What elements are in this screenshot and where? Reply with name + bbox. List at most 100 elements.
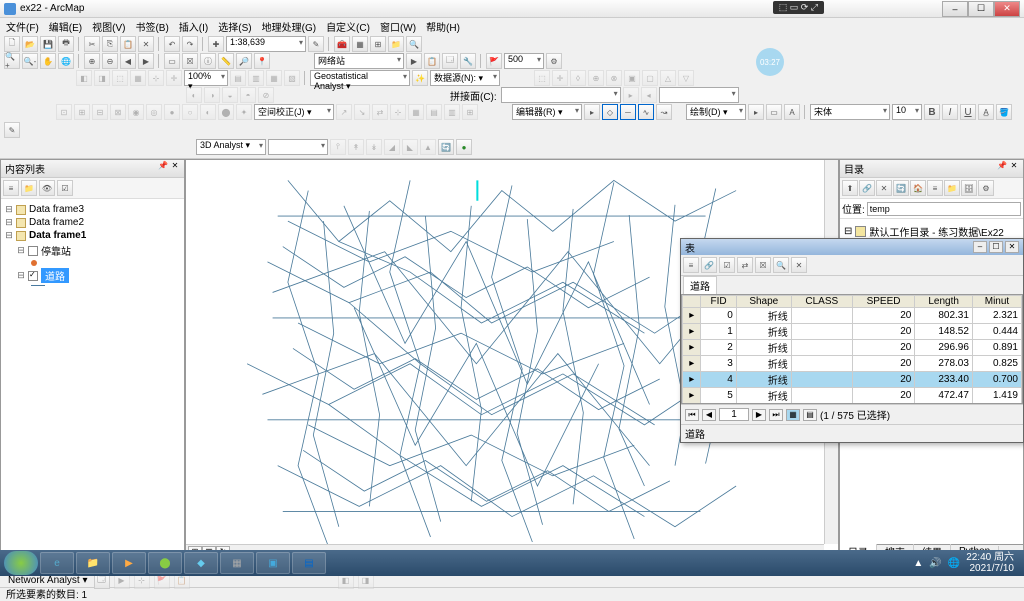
save-button[interactable]: 💾 bbox=[40, 36, 56, 52]
toc-close[interactable]: ✕ bbox=[170, 161, 180, 171]
location-input[interactable] bbox=[867, 202, 1021, 216]
na-directions-button[interactable]: 📋 bbox=[424, 53, 440, 69]
cat-toggle[interactable]: ≡ bbox=[927, 180, 943, 196]
topo-btn-1[interactable]: ⬚ bbox=[534, 70, 550, 86]
snap-2[interactable]: ⊞ bbox=[74, 104, 90, 120]
identify-button[interactable]: ⓘ bbox=[200, 53, 216, 69]
fixed-zoom-in[interactable]: ⊕ bbox=[84, 53, 100, 69]
attr-close[interactable]: ✕ bbox=[1005, 241, 1019, 253]
attr-delete[interactable]: ✕ bbox=[791, 257, 807, 273]
na-label[interactable]: Network Analyst ▾ bbox=[6, 575, 90, 586]
font-size-combo[interactable]: 10 bbox=[892, 104, 922, 120]
snap-3[interactable]: ⊟ bbox=[92, 104, 108, 120]
copy-button[interactable]: ⎘ bbox=[102, 36, 118, 52]
zhizhi-combo[interactable]: 绘制(D) ▾ bbox=[686, 104, 746, 120]
table-row[interactable]: ▸2折线20296.960.891 bbox=[683, 340, 1022, 356]
attr-min[interactable]: – bbox=[973, 241, 987, 253]
layer-checkbox[interactable] bbox=[28, 271, 38, 281]
3d-btn-2[interactable]: ↟ bbox=[348, 139, 364, 155]
table-row[interactable]: ▸0折线20802.312.321 bbox=[683, 308, 1022, 324]
nav-next[interactable]: ▶ bbox=[752, 409, 766, 421]
cat-connect[interactable]: 🔗 bbox=[859, 180, 875, 196]
menu-view[interactable]: 视图(V) bbox=[92, 19, 125, 34]
full-extent-button[interactable]: 🌐 bbox=[58, 53, 74, 69]
topo-btn-4[interactable]: ⊕ bbox=[588, 70, 604, 86]
toc-tree[interactable]: ⊟Data frame3 ⊟Data frame2 ⊟Data frame1 ⊟… bbox=[1, 199, 184, 558]
cat-options[interactable]: ⚙ bbox=[978, 180, 994, 196]
edit-arrow[interactable]: ▸ bbox=[584, 104, 600, 120]
snap-11[interactable]: ✦ bbox=[236, 104, 252, 120]
attr-zoom[interactable]: 🔍 bbox=[773, 257, 789, 273]
print-button[interactable]: 🖶 bbox=[58, 36, 74, 52]
menu-file[interactable]: 文件(F) bbox=[6, 19, 39, 34]
tb-app4[interactable]: ▣ bbox=[256, 552, 290, 574]
toc-df3[interactable]: ⊟Data frame3 bbox=[5, 203, 180, 216]
toc-list-drawing[interactable]: ≡ bbox=[3, 180, 19, 196]
attr-options[interactable]: ≡ bbox=[683, 257, 699, 273]
pan-button[interactable]: ✋ bbox=[40, 53, 56, 69]
open-button[interactable]: 📂 bbox=[22, 36, 38, 52]
tb-ie[interactable]: e bbox=[40, 552, 74, 574]
toc-df1[interactable]: ⊟Data frame1 bbox=[5, 229, 180, 242]
edit-geom-3[interactable]: ◒ bbox=[222, 87, 238, 103]
menu-insert[interactable]: 插入(I) bbox=[179, 19, 208, 34]
georef-btn-5[interactable]: ⊹ bbox=[148, 70, 164, 86]
adj-2[interactable]: ↘ bbox=[354, 104, 370, 120]
table-row[interactable]: ▸1折线20148.520.444 bbox=[683, 324, 1022, 340]
snap-6[interactable]: ◎ bbox=[146, 104, 162, 120]
analyst-3d-combo[interactable]: 3D Analyst ▾ bbox=[196, 139, 266, 155]
catalog-close[interactable]: ✕ bbox=[1009, 161, 1019, 171]
tb-app5[interactable]: ▤ bbox=[292, 552, 326, 574]
tbx-button[interactable]: 🧰 bbox=[334, 36, 350, 52]
georef-btn-2[interactable]: ◨ bbox=[94, 70, 110, 86]
snap-8[interactable]: ○ bbox=[182, 104, 198, 120]
toc-stops[interactable]: ⊟停靠站 bbox=[5, 242, 180, 259]
snap-9[interactable]: ◐ bbox=[200, 104, 216, 120]
cat-disconnect[interactable]: ✕ bbox=[876, 180, 892, 196]
na-misc-button[interactable]: ⚙ bbox=[546, 53, 562, 69]
geostat-combo[interactable]: Geostatistical Analyst ▾ bbox=[310, 70, 410, 86]
adj-3[interactable]: ⇄ bbox=[372, 104, 388, 120]
tray-icon-1[interactable]: ▲ bbox=[913, 558, 923, 569]
model-button[interactable]: ⊞ bbox=[370, 36, 386, 52]
pct-combo[interactable]: 100% ▾ bbox=[184, 70, 228, 86]
na-solve-button[interactable]: ▶ bbox=[406, 53, 422, 69]
tb-explorer[interactable]: 📁 bbox=[76, 552, 110, 574]
find-button[interactable]: 🔎 bbox=[236, 53, 252, 69]
toc-roads[interactable]: ⊟道路 bbox=[5, 267, 180, 284]
prev-extent-button[interactable]: ◀ bbox=[120, 53, 136, 69]
menu-window[interactable]: 窗口(W) bbox=[380, 19, 416, 34]
tb-app3[interactable]: ▦ bbox=[220, 552, 254, 574]
python-button[interactable]: ▦ bbox=[352, 36, 368, 52]
menu-help[interactable]: 帮助(H) bbox=[426, 19, 460, 34]
clear-selection-button[interactable]: ☒ bbox=[182, 53, 198, 69]
nav-show-sel[interactable]: ▦ bbox=[786, 409, 800, 421]
attr-tab[interactable]: 道路 bbox=[683, 276, 717, 294]
zoom-in-button[interactable]: 🔍+ bbox=[4, 53, 20, 69]
georef-btn-1[interactable]: ◧ bbox=[76, 70, 92, 86]
toc-df2[interactable]: ⊟Data frame2 bbox=[5, 216, 180, 229]
fill-color-button[interactable]: 🪣 bbox=[996, 104, 1012, 120]
georef-btn-3[interactable]: ⬚ bbox=[112, 70, 128, 86]
pinjie-btn-1[interactable]: ▸ bbox=[623, 87, 639, 103]
toc-list-select[interactable]: ☑ bbox=[57, 180, 73, 196]
maximize-button[interactable]: ☐ bbox=[968, 1, 994, 17]
3d-refresh[interactable]: 🔄 bbox=[438, 139, 454, 155]
close-button[interactable]: ✕ bbox=[994, 1, 1020, 17]
topo-btn-5[interactable]: ⊗ bbox=[606, 70, 622, 86]
recorder-widget[interactable]: ⬚ ▭ ⟳ ⤢ bbox=[773, 1, 824, 14]
geostat-wizard[interactable]: ✨ bbox=[412, 70, 428, 86]
attr-switch[interactable]: ⇄ bbox=[737, 257, 753, 273]
attr-max[interactable]: ☐ bbox=[989, 241, 1003, 253]
topo-btn-9[interactable]: ▽ bbox=[678, 70, 694, 86]
na-window-button[interactable]: 🗔 bbox=[442, 53, 458, 69]
editor-toolbar-btn[interactable]: ✎ bbox=[308, 36, 324, 52]
snap-7[interactable]: ● bbox=[164, 104, 180, 120]
fixed-zoom-out[interactable]: ⊖ bbox=[102, 53, 118, 69]
na-stops-button[interactable]: 🚩 bbox=[486, 53, 502, 69]
topo-btn-3[interactable]: ◊ bbox=[570, 70, 586, 86]
edit-curve[interactable]: ∿ bbox=[638, 104, 654, 120]
bianji-combo[interactable]: 编辑器(R) ▾ bbox=[512, 104, 582, 120]
attr-title-bar[interactable]: 表 – ☐ ✕ bbox=[681, 239, 1023, 255]
draw-pointer[interactable]: ▸ bbox=[748, 104, 764, 120]
